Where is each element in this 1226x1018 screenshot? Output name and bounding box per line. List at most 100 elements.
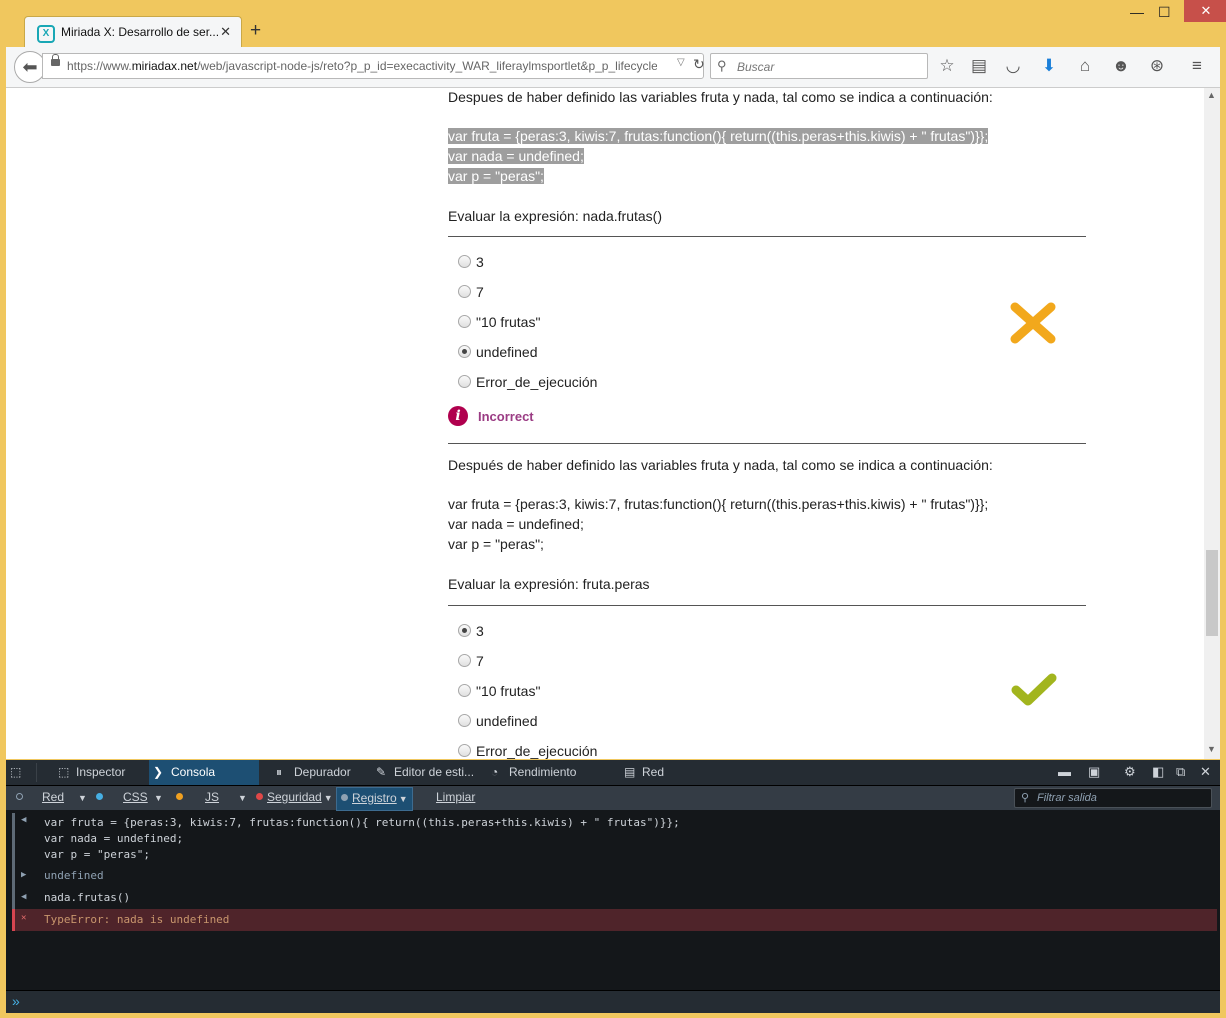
- performance-icon: ◔: [491, 765, 499, 779]
- console-input-line[interactable]: »: [6, 990, 1220, 1013]
- reading-list-icon[interactable]: ▤: [968, 56, 990, 76]
- filter-js-dropdown-icon[interactable]: ▼: [236, 790, 247, 804]
- hello-icon[interactable]: ⊛: [1146, 56, 1168, 76]
- q2-intro: Después de haber definido las variables …: [448, 457, 993, 473]
- url-prefix: https://www.: [67, 59, 132, 73]
- filter-seguridad[interactable]: Seguridad ▼: [256, 790, 333, 804]
- security-dot-icon: [256, 793, 263, 800]
- q2-option[interactable]: 7: [458, 653, 484, 669]
- tab-console[interactable]: ❯ Consola: [149, 760, 259, 785]
- radio-button[interactable]: [458, 684, 471, 697]
- tab-label: Rendimiento: [509, 765, 577, 779]
- filter-label: Seguridad: [267, 790, 322, 804]
- pick-element-icon[interactable]: ⬚: [10, 760, 32, 785]
- menu-icon[interactable]: ≡: [1186, 56, 1208, 76]
- filter-placeholder: Filtrar salida: [1037, 792, 1097, 804]
- settings-gear-icon[interactable]: ⚙: [1124, 764, 1136, 780]
- url-host: miriadax.net: [131, 59, 198, 73]
- scroll-up-icon[interactable]: ▲: [1207, 90, 1216, 100]
- page-scrollbar[interactable]: ▲ ▼: [1204, 88, 1220, 759]
- back-arrow-icon: ⬅: [22, 57, 38, 77]
- radio-button[interactable]: [458, 654, 471, 667]
- search-placeholder: Buscar: [737, 60, 775, 74]
- log-dot-icon: [341, 794, 348, 801]
- window-close-button[interactable]: ✕: [1184, 0, 1226, 22]
- q1-option[interactable]: 7: [458, 284, 484, 300]
- radio-button[interactable]: [458, 375, 471, 388]
- filter-css-dropdown-icon[interactable]: ▼: [152, 790, 163, 804]
- tab-network[interactable]: ▤ Red: [620, 760, 702, 785]
- minimize-button[interactable]: —: [1130, 4, 1144, 20]
- home-icon[interactable]: ⌂: [1074, 56, 1096, 76]
- console-input-message: ◀ var fruta = {peras:3, kiwis:7, frutas:…: [12, 813, 1217, 865]
- radio-button[interactable]: [458, 255, 471, 268]
- option-label: "10 frutas": [476, 683, 541, 699]
- option-label: 7: [476, 653, 484, 669]
- search-box[interactable]: ⚲ Buscar: [710, 53, 928, 79]
- q1-option[interactable]: 3: [458, 254, 484, 270]
- filter-search-icon: ⚲: [1021, 792, 1030, 804]
- scroll-thumb[interactable]: [1206, 550, 1218, 636]
- tab-style-editor[interactable]: ✎ Editor de esti...: [372, 760, 488, 785]
- browser-tab[interactable]: X Miriada X: Desarrollo de ser... ✕: [24, 16, 242, 48]
- tab-debugger[interactable]: ⏸ Depurador: [272, 760, 380, 785]
- radio-button-selected[interactable]: [458, 624, 471, 637]
- split-console-icon[interactable]: ▬: [1058, 764, 1071, 779]
- pocket-icon[interactable]: ◡: [1002, 56, 1024, 76]
- console-error-text: TypeError: nada is undefined: [44, 913, 230, 926]
- info-icon: i: [448, 406, 468, 426]
- filter-js[interactable]: JS: [176, 790, 219, 804]
- q2-expression: Evaluar la expresión: fruta.peras: [448, 576, 650, 592]
- filter-registro[interactable]: Registro ▼: [336, 787, 413, 811]
- q2-option[interactable]: 3: [458, 623, 484, 639]
- url-bar[interactable]: https://www.miriadax.net/web/javascript-…: [42, 53, 705, 79]
- radio-button[interactable]: [458, 285, 471, 298]
- responsive-mode-icon[interactable]: ▣: [1088, 764, 1100, 780]
- dock-side-icon[interactable]: ◧: [1152, 764, 1164, 780]
- feedback-label: Incorrect: [478, 409, 534, 424]
- download-icon[interactable]: ⬇: [1038, 56, 1060, 76]
- radio-button-selected[interactable]: [458, 345, 471, 358]
- q1-option[interactable]: Error_de_ejecución: [458, 374, 597, 390]
- q2-option[interactable]: undefined: [458, 713, 538, 729]
- filter-red[interactable]: Red: [42, 790, 64, 804]
- star-icon[interactable]: ☆: [936, 56, 958, 76]
- tab-close-icon[interactable]: ✕: [220, 24, 231, 40]
- q1-option[interactable]: undefined: [458, 344, 538, 360]
- console-input-text: nada.frutas(): [44, 891, 131, 904]
- devtools-panel: ⬚ ⬚ Inspector ❯ Consola ⏸ Depurador ✎ Editor…: [6, 760, 1220, 1013]
- chat-icon[interactable]: ☻: [1110, 56, 1132, 76]
- tab-label: Editor de esti...: [394, 765, 475, 779]
- option-label: 7: [476, 284, 484, 300]
- radio-button[interactable]: [458, 744, 471, 757]
- css-dot-icon: [96, 793, 103, 800]
- clear-button[interactable]: Limpiar: [436, 790, 475, 804]
- network-filter-dot-icon: [16, 790, 27, 804]
- undock-icon[interactable]: ⧉: [1176, 764, 1185, 780]
- wrong-cross-icon: [1010, 302, 1056, 344]
- filter-label: Registro: [352, 791, 397, 805]
- q2-option[interactable]: "10 frutas": [458, 683, 540, 699]
- filter-label: CSS: [123, 790, 148, 804]
- q2-code-line-3: var p = "peras";: [448, 536, 544, 552]
- filter-output-input[interactable]: ⚲ Filtrar salida: [1014, 788, 1212, 808]
- scroll-down-icon[interactable]: ▼: [1207, 744, 1216, 754]
- option-label: "10 frutas": [476, 314, 541, 330]
- filter-css[interactable]: CSS: [96, 790, 148, 804]
- tab-performance[interactable]: ◔ Rendimiento: [487, 760, 603, 785]
- radio-button[interactable]: [458, 714, 471, 727]
- filter-red-dropdown-icon[interactable]: ▼: [76, 790, 87, 804]
- q2-option[interactable]: Error_de_ejecución: [458, 743, 597, 759]
- devtools-close-icon[interactable]: ✕: [1200, 764, 1211, 780]
- new-tab-button[interactable]: +: [250, 20, 261, 42]
- debugger-icon: ⏸: [276, 765, 283, 779]
- radio-button[interactable]: [458, 315, 471, 328]
- maximize-button[interactable]: ☐: [1158, 4, 1171, 21]
- option-label: Error_de_ejecución: [476, 743, 598, 759]
- title-bar: X Miriada X: Desarrollo de ser... ✕ + — …: [6, 0, 1226, 48]
- option-label: 3: [476, 623, 484, 639]
- q1-option[interactable]: "10 frutas": [458, 314, 540, 330]
- url-dropdown-icon[interactable]: ▽: [677, 57, 685, 68]
- reload-icon[interactable]: ↻: [693, 56, 705, 73]
- option-label: undefined: [476, 344, 538, 360]
